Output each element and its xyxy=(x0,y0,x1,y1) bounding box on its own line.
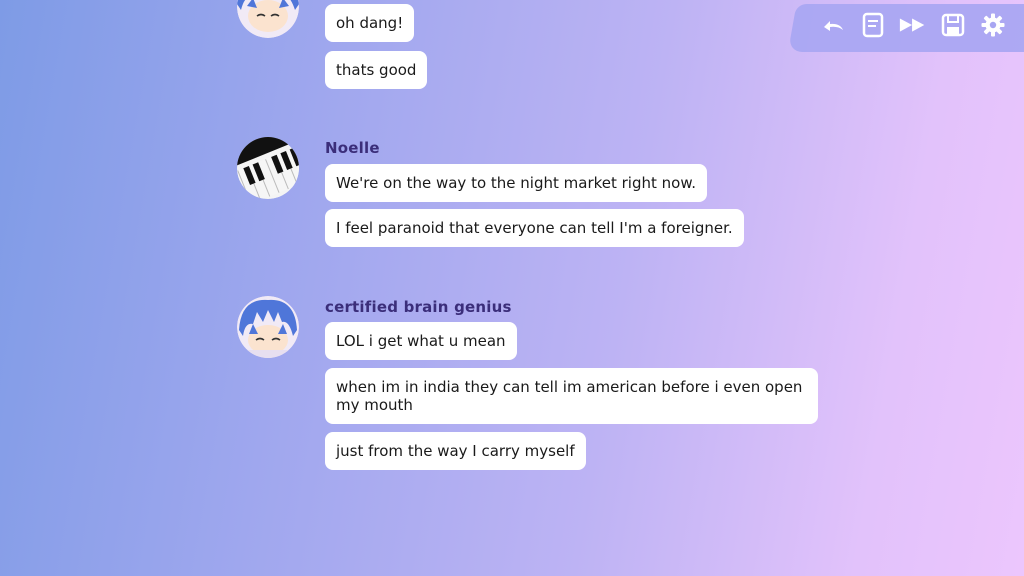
message-bubble: We're on the way to the night market rig… xyxy=(325,164,707,202)
message-bubble: LOL i get what u mean xyxy=(325,322,517,360)
settings-icon[interactable] xyxy=(978,10,1008,40)
back-icon[interactable] xyxy=(818,10,848,40)
quick-menu-icons xyxy=(818,10,1008,40)
avatar-certified-brain-genius xyxy=(237,296,299,358)
skip-icon[interactable] xyxy=(898,10,928,40)
message-bubble: thats good xyxy=(325,51,428,89)
avatar-certified-brain-genius-top xyxy=(237,0,299,38)
sender-name: certified brain genius xyxy=(325,298,512,316)
save-icon[interactable] xyxy=(938,10,968,40)
message-bubble: oh dang! xyxy=(325,4,415,42)
log-icon[interactable] xyxy=(858,10,888,40)
message-bubble: I feel paranoid that everyone can tell I… xyxy=(325,209,744,247)
message-bubble: when im in india they can tell im americ… xyxy=(325,368,818,424)
message-bubble: just from the way I carry myself xyxy=(325,432,586,470)
sender-name: Noelle xyxy=(325,139,380,157)
avatar-noelle xyxy=(237,137,299,199)
